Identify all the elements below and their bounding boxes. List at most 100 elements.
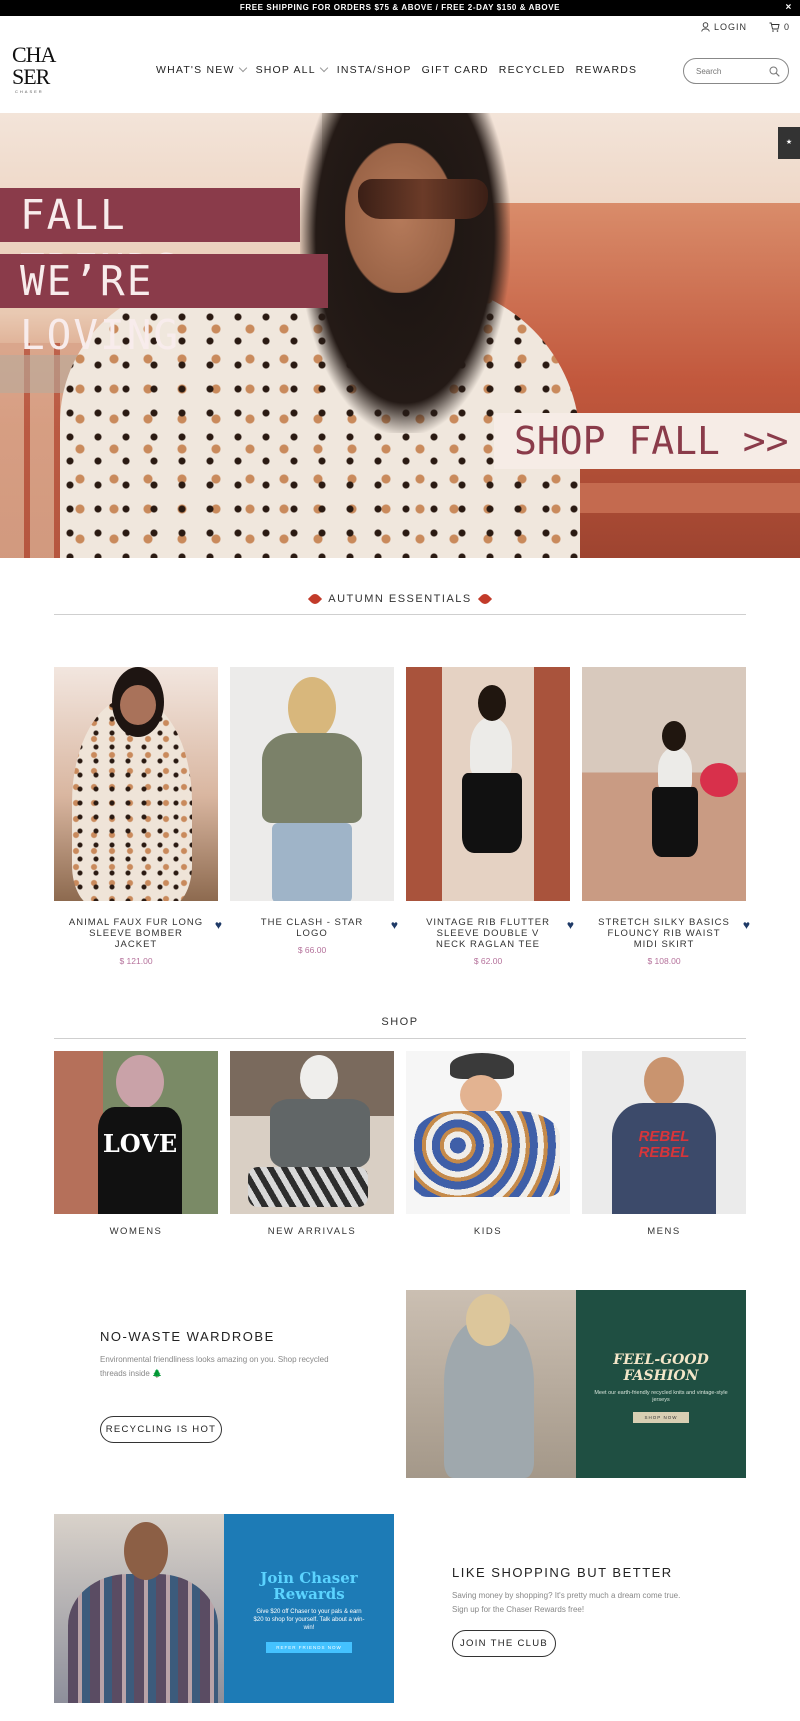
product-model-head [288, 677, 336, 739]
product-image[interactable] [582, 667, 746, 901]
cart-link[interactable]: 0 [769, 22, 790, 32]
product-model-jeans [272, 823, 352, 901]
nav-label: GIFT CARD [421, 64, 489, 76]
product-name[interactable]: VINTAGE RIB FLUTTER SLEEVE DOUBLE V NECK… [406, 917, 570, 950]
nav-whats-new[interactable]: WHAT'S NEW [156, 63, 247, 76]
heart-icon[interactable]: ♥ [391, 918, 398, 932]
shop-fall-button[interactable]: SHOP FALL >> [494, 413, 800, 469]
nav-rewards[interactable]: REWARDS [576, 64, 638, 76]
product-image[interactable] [406, 667, 570, 901]
no-waste-text: Environmental friendliness looks amazing… [100, 1355, 329, 1378]
product-image[interactable] [54, 667, 218, 901]
promo-photo [406, 1290, 576, 1478]
product-model-top [658, 747, 692, 791]
nav-label: RECYCLED [498, 64, 566, 76]
category-image[interactable] [406, 1051, 570, 1214]
heart-icon[interactable]: ♥ [743, 918, 750, 932]
category-womens[interactable]: LOVE WOMENS [54, 1051, 218, 1237]
club-title: LIKE SHOPPING BUT BETTER [452, 1565, 673, 1580]
nav-label: INSTA/SHOP [336, 64, 412, 76]
category-label[interactable]: MENS [582, 1226, 746, 1237]
product-model-face [120, 685, 156, 725]
promo-panel: Join Chaser Rewards Give $20 off Chaser … [224, 1514, 394, 1703]
promo-panel: FEEL-GOOD FASHION Meet our earth-friendl… [576, 1290, 746, 1478]
product-card[interactable]: VINTAGE RIB FLUTTER SLEEVE DOUBLE V NECK… [406, 667, 574, 966]
brand-logo[interactable]: CHA SER CHASER [12, 44, 62, 95]
product-model-head [662, 721, 686, 751]
cart-count: 0 [784, 22, 791, 32]
category-mens[interactable]: REBEL REBEL MENS [582, 1051, 746, 1237]
category-model-legs [248, 1167, 368, 1207]
section-divider [54, 1038, 746, 1039]
product-name[interactable]: THE CLASH - STAR LOGO [230, 917, 394, 939]
product-price: $ 108.00 [647, 956, 681, 966]
hero-banner[interactable]: ★ FALL TRENDS WE’RE LOVING SHOP FALL >> [0, 113, 800, 558]
no-waste-title: NO-WASTE WARDROBE [100, 1329, 275, 1344]
category-model-top [414, 1111, 560, 1197]
nav-label: SHOP ALL [255, 64, 316, 76]
nav-insta-shop[interactable]: INSTA/SHOP [337, 64, 412, 76]
product-card[interactable]: ANIMAL FAUX FUR LONG SLEEVE BOMBER JACKE… [54, 667, 222, 966]
category-model-face [644, 1057, 684, 1105]
product-name[interactable]: ANIMAL FAUX FUR LONG SLEEVE BOMBER JACKE… [54, 917, 218, 950]
announcement-bar: FREE SHIPPING FOR ORDERS $75 & ABOVE / F… [0, 0, 800, 16]
maple-leaf-icon [477, 592, 492, 607]
chevron-down-icon [238, 63, 247, 73]
nav-recycled[interactable]: RECYCLED [499, 64, 566, 76]
close-icon[interactable]: × [786, 0, 792, 16]
category-image[interactable]: REBEL REBEL [582, 1051, 746, 1214]
hero-sunglasses [358, 179, 488, 219]
category-model-face [460, 1075, 502, 1115]
category-model-body [270, 1099, 370, 1169]
shirt-print: REBEL REBEL [638, 1128, 690, 1161]
category-label[interactable]: NEW ARRIVALS [230, 1226, 394, 1237]
search-input[interactable] [696, 66, 766, 76]
login-link[interactable]: LOGIN [701, 22, 747, 32]
logo-subtitle: CHASER [15, 89, 44, 94]
category-new-arrivals[interactable]: NEW ARRIVALS [230, 1051, 394, 1237]
rewards-promo[interactable]: Join Chaser Rewards Give $20 off Chaser … [54, 1514, 394, 1703]
promo-heading: Join Chaser Rewards [260, 1569, 358, 1603]
section-autumn-essentials: AUTUMN ESSENTIALS [54, 592, 746, 607]
nav-shop-all[interactable]: SHOP ALL [255, 63, 329, 76]
refer-friends-button[interactable]: REFER FRIENDS NOW [266, 1642, 352, 1653]
promo-model-head [124, 1522, 168, 1580]
promo-photo [54, 1514, 224, 1703]
heart-icon[interactable]: ♥ [567, 918, 574, 932]
feel-good-promo[interactable]: FEEL-GOOD FASHION Meet our earth-friendl… [406, 1290, 746, 1478]
category-kids[interactable]: KIDS [406, 1051, 570, 1237]
category-image[interactable]: LOVE [54, 1051, 218, 1214]
product-model-shirt [262, 733, 362, 823]
category-label[interactable]: KIDS [406, 1226, 570, 1237]
product-price: $ 66.00 [297, 945, 327, 955]
category-model-head [300, 1055, 338, 1101]
product-image[interactable] [230, 667, 394, 901]
side-tab-icon[interactable]: ★ [778, 127, 800, 159]
search-icon[interactable] [769, 66, 780, 77]
category-label[interactable]: WOMENS [54, 1226, 218, 1237]
announcement-text: FREE SHIPPING FOR ORDERS $75 & ABOVE / F… [239, 3, 561, 12]
main-nav: WHAT'S NEW SHOP ALL INSTA/SHOP GIFT CARD… [156, 63, 638, 76]
club-text: Saving money by shopping? It's pretty mu… [452, 1591, 681, 1614]
nav-label: WHAT'S NEW [156, 64, 235, 76]
product-card[interactable]: THE CLASH - STAR LOGO $ 66.00 ♥ [230, 667, 398, 955]
category-image[interactable] [230, 1051, 394, 1214]
category-model-top: LOVE [98, 1107, 182, 1214]
search-box [683, 58, 789, 84]
login-label: LOGIN [714, 22, 748, 32]
nav-gift-card[interactable]: GIFT CARD [422, 64, 489, 76]
recycling-button[interactable]: RECYCLING IS HOT [100, 1416, 222, 1443]
product-flowers [700, 763, 738, 797]
product-name[interactable]: STRETCH SILKY BASICS FLOUNCY RIB WAIST M… [582, 917, 746, 950]
section-divider [54, 614, 746, 615]
nav-label: REWARDS [575, 64, 638, 76]
product-model-head [478, 685, 506, 721]
shop-now-button[interactable]: SHOP NOW [632, 1412, 690, 1423]
hero-heading-line1: FALL TRENDS [0, 188, 300, 293]
product-card[interactable]: STRETCH SILKY BASICS FLOUNCY RIB WAIST M… [582, 667, 750, 966]
hero-heading-line2: WE’RE LOVING [0, 254, 328, 359]
category-model-shirt: REBEL REBEL [612, 1103, 716, 1214]
join-club-button[interactable]: JOIN THE CLUB [452, 1630, 556, 1657]
product-model-skirt [652, 787, 698, 857]
heart-icon[interactable]: ♥ [215, 918, 222, 932]
